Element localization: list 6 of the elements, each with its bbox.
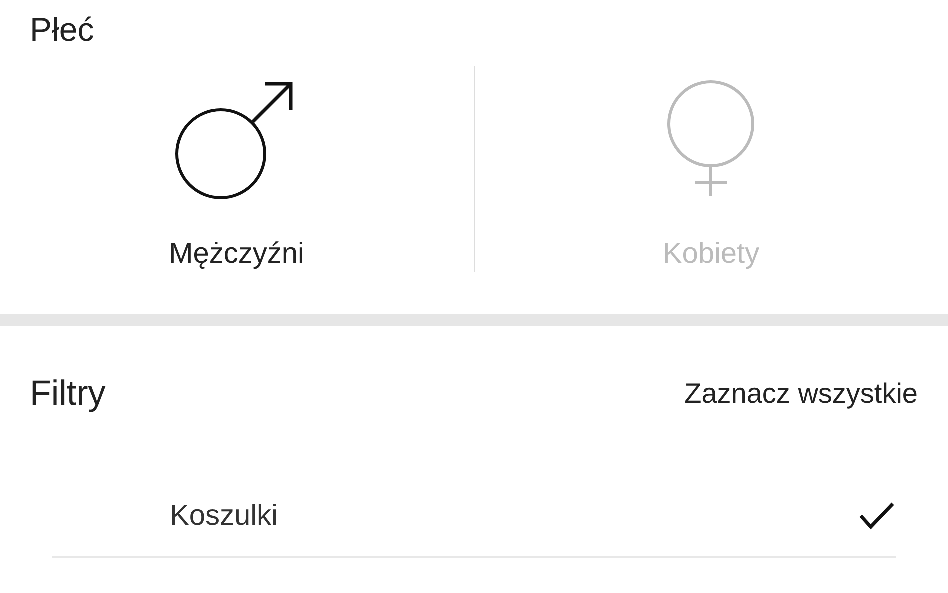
female-symbol-icon	[666, 80, 756, 198]
select-all-button[interactable]: Zaznacz wszystkie	[684, 378, 918, 410]
gender-option[interactable]: Mężczyźni	[0, 66, 474, 272]
section-title: Płeć	[29, 10, 96, 50]
filter-label[interactable]: Koszulki	[170, 500, 278, 532]
section-title: Filtry	[30, 374, 106, 414]
